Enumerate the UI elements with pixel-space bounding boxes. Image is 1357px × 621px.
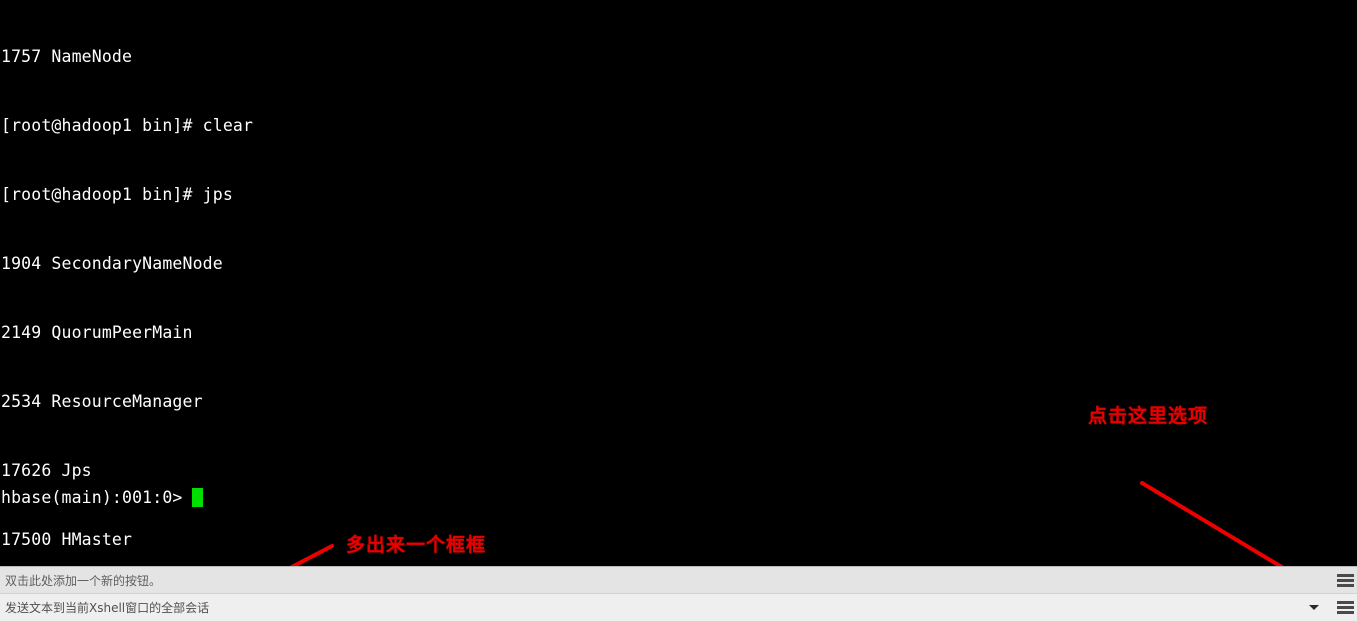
terminal-line: 17626 Jps [1,461,92,480]
terminal-text-block: 1757 NameNode [root@hadoop1 bin]# clear … [0,0,1357,566]
terminal-line: 2149 QuorumPeerMain [1,323,193,342]
terminal-line: [root@hadoop1 bin]# jps [1,185,233,204]
terminal-cursor [191,488,203,507]
hamburger-icon[interactable] [1337,573,1354,587]
terminal-prompt-text: hbase(main):001:0> [1,488,183,507]
annotation-label-click-here: 点击这里选项 [1088,405,1209,427]
chevron-down-icon[interactable] [1309,605,1319,610]
add-new-button-hint[interactable]: 双击此处添加一个新的按钮。 [0,572,161,589]
send-to-all-sessions-label[interactable]: 发送文本到当前Xshell窗口的全部会话 [0,599,209,616]
hamburger-icon[interactable] [1337,601,1354,614]
toolbar-right-controls [1337,567,1357,593]
terminal-line: 1757 NameNode [1,47,133,66]
send-bar-right-controls [1309,594,1357,621]
quick-command-toolbar[interactable]: 双击此处添加一个新的按钮。 [0,566,1357,594]
send-to-all-sessions-bar[interactable]: 发送文本到当前Xshell窗口的全部会话 [0,594,1357,621]
terminal-line: 17500 HMaster [1,530,133,549]
terminal-line: [root@hadoop1 bin]# clear [1,116,254,135]
terminal-output-pane[interactable]: 1757 NameNode [root@hadoop1 bin]# clear … [0,0,1357,566]
terminal-prompt-row[interactable]: hbase(main):001:0> [1,486,203,509]
annotation-label-extra-box: 多出来一个框框 [346,534,487,556]
xshell-window: 1757 NameNode [root@hadoop1 bin]# clear … [0,0,1357,621]
terminal-line: 1904 SecondaryNameNode [1,254,223,273]
